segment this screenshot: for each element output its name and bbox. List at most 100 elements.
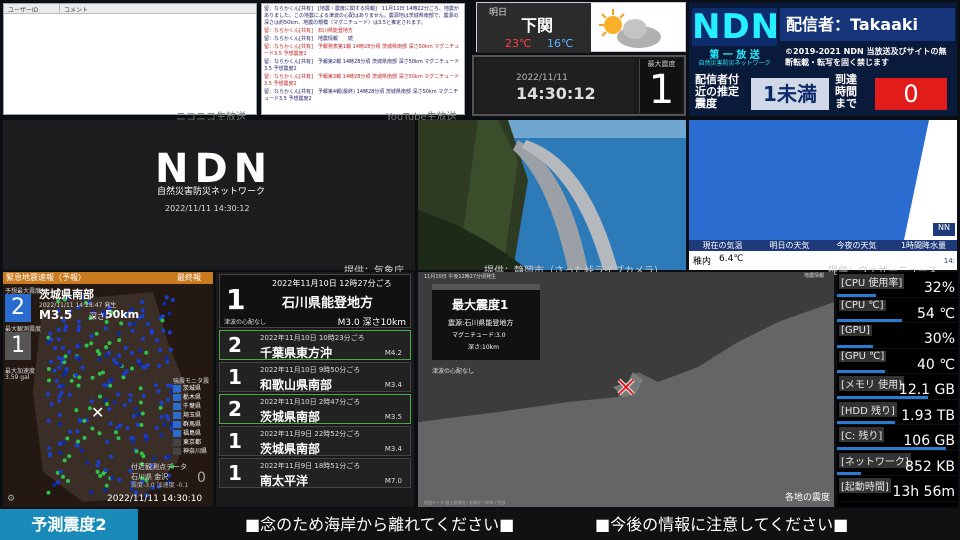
quake-int: 1 (228, 429, 242, 453)
station-dot (158, 347, 163, 352)
system-monitor: [CPU 使用率] 32% [CPU ℃] 54 ℃ [GPU] 30% [GPU ℃] 40… (837, 272, 958, 507)
quake-info-map: 11月10日 午後12時27分頃発生 地震情報 最大震度1 震源:石川県能登地方… (418, 272, 834, 507)
station-dot (117, 353, 122, 358)
station-dot (145, 363, 150, 368)
sys-stat-row: [GPU] 30% (837, 323, 958, 349)
station-dot (61, 383, 66, 388)
eew-title: 緊急地震速報（予報） (6, 273, 86, 282)
quake-item[interactable]: 1 2022年11月10日 9時50分ごろ 和歌山県南部 M3.4 (219, 362, 411, 392)
station-dot (62, 458, 67, 463)
chat-log-panel: 留：ならかくん[共有] [地震・震度に関する情報] 11月11日 14時22分ご… (261, 3, 465, 115)
sys-stat-bar (837, 421, 896, 424)
sys-stat-label: [メモリ 使用] (839, 376, 904, 391)
sys-stat-row: [起動時間] 13h 56m (837, 476, 958, 502)
legend-swatch (173, 430, 181, 437)
eew-legend-item: 東京都 (173, 438, 207, 447)
quake-place: 茨城県南部 (260, 442, 321, 456)
station-dot (109, 377, 114, 382)
station-dot (52, 368, 57, 373)
quake-history: 1 2022年11月10日 12時27分ごろ 石川県能登地方 津波の心配なし M… (216, 272, 414, 507)
station-dot (76, 439, 81, 444)
station-dot (97, 431, 102, 436)
sys-stat-row: [C: 残り] 106 GB (837, 425, 958, 451)
quake-item[interactable]: 1 2022年11月9日 22時52分ごろ 茨城県南部 M3.4 (219, 426, 411, 456)
quake-int: 2 (228, 397, 242, 421)
quake-latest[interactable]: 1 2022年11月10日 12時27分ごろ 石川県能登地方 津波の心配なし M… (219, 274, 411, 328)
settings-icon[interactable]: ⚙ (7, 494, 15, 504)
weather-day: 明日 (489, 8, 508, 18)
station-dot (67, 429, 72, 434)
station-dot (58, 441, 63, 446)
station-dot (103, 468, 108, 473)
quake-item[interactable]: 1 2022年11月9日 18時51分ごろ 南太平洋 M7.0 (219, 458, 411, 488)
qmap-infobox: 最大震度1 震源:石川県能登地方 マグニチュード:3.0 深さ:10km (432, 284, 540, 360)
sys-stat-label: [GPU] (839, 325, 872, 336)
legend-label: 埼玉県 (183, 412, 202, 419)
quake-latest-mag: M3.0 深さ10km (337, 318, 406, 328)
station-dot (125, 425, 130, 430)
station-dot (116, 436, 121, 441)
station-dot (96, 459, 101, 464)
quake-int: 2 (228, 333, 242, 357)
ndn-branding: NDN 配信者：Takaaki 第 一 放 送 自然災害防災ネットワーク ©20… (689, 2, 957, 116)
station-dot (49, 402, 54, 407)
station-dot (49, 337, 54, 342)
sys-stat-value: 40 ℃ (917, 356, 955, 373)
log-line: 留：ならかくん[共有] 予報第2報 14時28分頃 茨城県南部 深さ50km マ… (264, 59, 460, 72)
wn-tab[interactable]: 明日の天気 (756, 240, 823, 251)
copyright-notice: ©2019-2021 NDN 当放送及びサイトの無断転載・転写を固く禁じます (785, 47, 947, 67)
station-dot (95, 463, 100, 468)
station-dot (52, 482, 57, 487)
ticker-message-1: ■念のため海岸から離れてください■ (245, 515, 515, 534)
station-dot (122, 403, 127, 408)
station-dot (79, 448, 84, 453)
station-dot (57, 422, 62, 427)
sys-stat-label: [HDD 残り] (839, 401, 897, 417)
station-dot (130, 439, 135, 444)
station-dot (67, 454, 72, 459)
camera-scene (418, 120, 686, 270)
station-dot (111, 357, 116, 362)
sys-stat-row: [HDD 残り] 1.93 TB (837, 400, 958, 425)
quake-item[interactable]: 2 2022年11月10日 10時23分ごろ 千葉県東方沖 M4.2 (219, 330, 411, 360)
station-dot (69, 378, 74, 383)
log-line: 留：ならかくん[共有] [地震・震度に関する情報] 11月11日 14時22分ご… (264, 6, 459, 26)
eew-obs-intensity: 1 (5, 332, 31, 360)
eew-footer: 付近観測点データ (131, 463, 187, 471)
legend-label: 福島県 (183, 430, 202, 437)
station-dot (46, 378, 51, 383)
station-dot (128, 393, 133, 398)
station-dot (61, 440, 66, 445)
wn-clock: 14: (943, 257, 955, 265)
quake-int: 1 (228, 365, 242, 389)
legend-swatch (173, 448, 181, 455)
station-dot (118, 363, 123, 368)
station-dot (85, 460, 90, 465)
sys-stat-row: [GPU ℃] 40 ℃ (837, 349, 958, 374)
wn-tab[interactable]: 1時間降水量 (890, 240, 957, 251)
station-dot (109, 454, 114, 459)
weather-location: 下関 (521, 16, 554, 35)
quake-item[interactable]: 2 2022年11月10日 2時47分ごろ 茨城県南部 M3.5 (219, 394, 411, 424)
sys-stat-bar (837, 370, 886, 373)
quake-place: 千葉県東方沖 (260, 346, 333, 360)
station-dot (64, 367, 69, 372)
arrival-label: 到達時間まで (835, 73, 857, 110)
eew-count: 0 (197, 470, 206, 486)
station-dot (76, 383, 81, 388)
eew-legend-item: 千葉県 (173, 402, 207, 411)
wn-logo: NN (933, 223, 955, 236)
station-dot (128, 398, 133, 403)
station-dot (112, 400, 117, 405)
station-dot (46, 340, 51, 345)
quake-mag: M4.2 (384, 349, 402, 357)
station-dot (82, 435, 87, 440)
wn-tab[interactable]: 今夜の天気 (823, 240, 890, 251)
legend-label: 茨城県 (183, 385, 202, 392)
station-dot (63, 370, 68, 375)
wn-tab[interactable]: 現在の気温 (689, 240, 756, 251)
station-dot (134, 449, 139, 454)
station-dot (94, 331, 99, 336)
eew-magnitude: M3.5 (39, 308, 73, 322)
eew-time: 2022/11/11 14:30:10 (107, 494, 203, 504)
